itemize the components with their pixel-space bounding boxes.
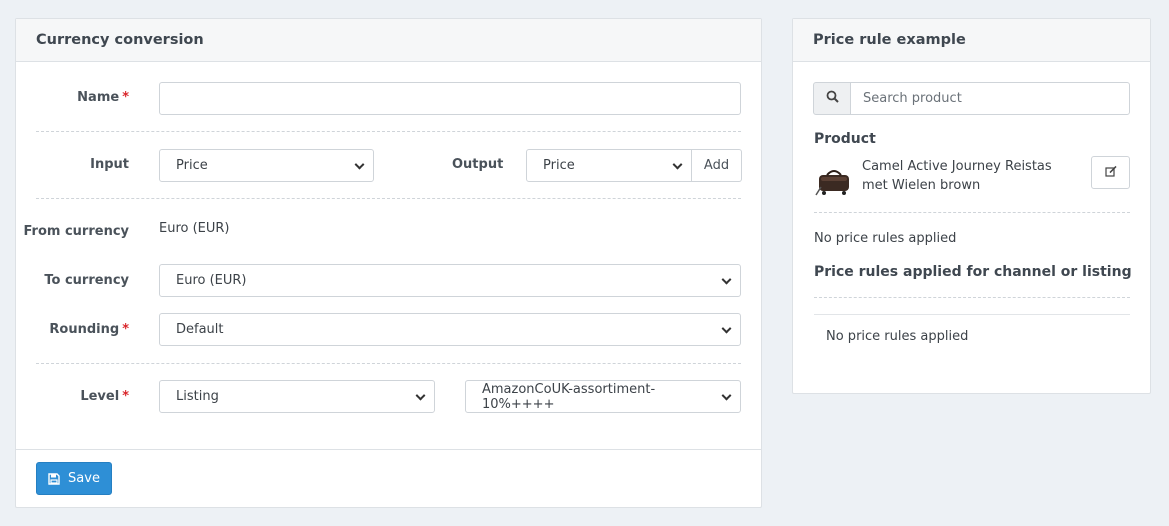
rounding-select-value: Default (176, 322, 224, 337)
edit-icon (1104, 165, 1117, 181)
name-input[interactable] (159, 82, 741, 115)
chevron-down-icon (721, 274, 732, 285)
save-button[interactable]: Save (36, 462, 112, 495)
no-rules-text: No price rules applied (814, 231, 957, 246)
price-rule-example-panel: Price rule example Product Camel Active … (792, 18, 1151, 394)
required-mark: * (122, 389, 129, 404)
input-label: Input (90, 157, 129, 172)
to-currency-select[interactable]: Euro (EUR) (159, 264, 741, 297)
product-image (813, 161, 853, 201)
output-select-value: Price (543, 158, 575, 173)
channel-rules-heading: Price rules applied for channel or listi… (814, 264, 1132, 280)
floppy-disk-icon (48, 472, 60, 485)
rounding-select[interactable]: Default (159, 313, 741, 346)
divider (814, 212, 1130, 213)
search-button[interactable] (813, 82, 851, 115)
search-icon (826, 90, 839, 107)
product-heading: Product (814, 131, 876, 147)
from-currency-value: Euro (EUR) (159, 221, 230, 236)
save-button-label: Save (68, 471, 100, 486)
divider (36, 198, 741, 199)
chevron-down-icon (354, 159, 365, 170)
chevron-down-icon (672, 159, 683, 170)
required-mark: * (122, 322, 129, 337)
name-label: Name * (77, 90, 129, 105)
level-label: Level * (80, 389, 129, 404)
to-currency-label: To currency (44, 273, 129, 288)
divider (36, 363, 741, 364)
product-name: Camel Active Journey Reistas met Wielen … (862, 159, 1052, 193)
from-currency-label: From currency (23, 224, 130, 239)
input-select-value: Price (176, 158, 208, 173)
level-target-select[interactable]: AmazonCoUK-assortiment-10%++++ (465, 380, 741, 413)
chevron-down-icon (721, 323, 732, 334)
to-currency-select-value: Euro (EUR) (176, 273, 247, 288)
panel-title: Price rule example (793, 19, 1150, 62)
list-top-border (814, 314, 1130, 315)
divider (814, 297, 1130, 298)
required-mark: * (122, 90, 129, 105)
output-label: Output (452, 157, 504, 172)
output-select[interactable]: Price (526, 149, 692, 182)
add-button[interactable]: Add (692, 149, 742, 182)
divider (36, 131, 741, 132)
panel-title: Currency conversion (16, 19, 761, 62)
search-product-input[interactable] (850, 82, 1130, 115)
currency-conversion-panel: Currency conversion Name * Input Price Ou… (15, 18, 762, 508)
level-select-value: Listing (176, 389, 219, 404)
edit-product-button[interactable] (1091, 156, 1130, 189)
chevron-down-icon (415, 390, 426, 401)
rounding-label: Rounding * (49, 322, 129, 337)
channel-no-rules-text: No price rules applied (826, 329, 969, 344)
level-target-select-value: AmazonCoUK-assortiment-10%++++ (482, 381, 656, 412)
level-select[interactable]: Listing (159, 380, 435, 413)
footer-divider (16, 449, 761, 450)
input-select[interactable]: Price (159, 149, 374, 182)
